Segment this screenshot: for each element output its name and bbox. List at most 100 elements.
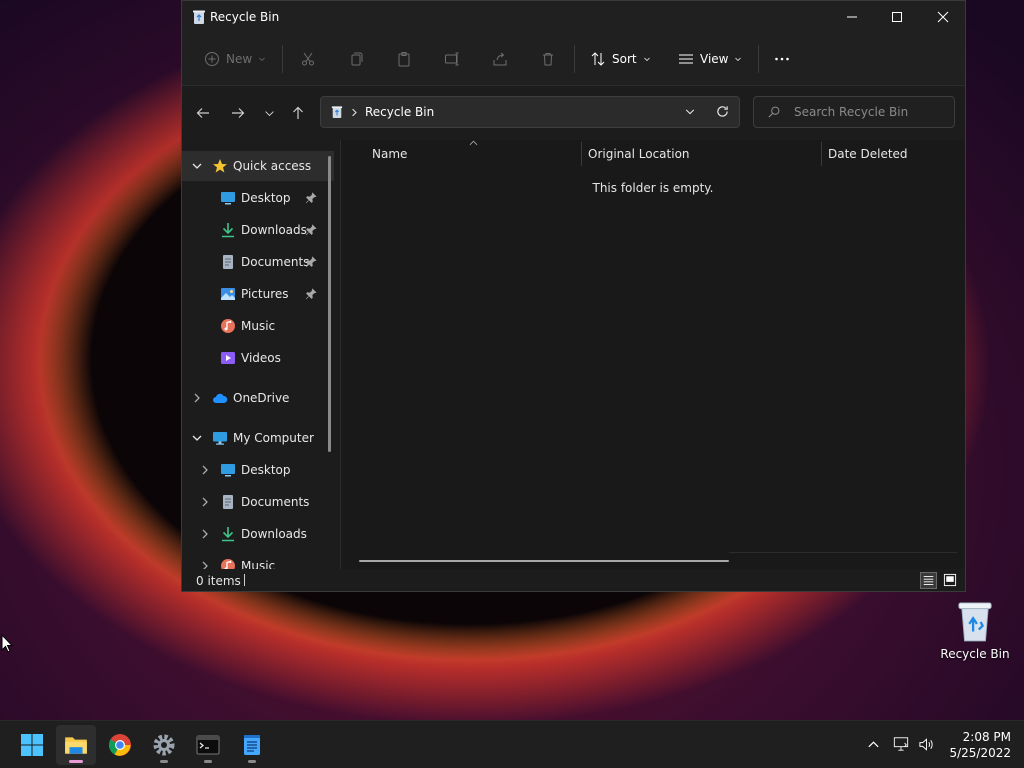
folder-icon (65, 737, 87, 754)
network-button[interactable] (891, 734, 911, 754)
chevron-right-icon (202, 529, 208, 539)
copy-button[interactable] (348, 43, 364, 75)
chevron-down-icon[interactable] (685, 107, 695, 117)
forward-button[interactable] (226, 102, 250, 124)
delete-button[interactable] (540, 43, 556, 75)
video-icon (221, 352, 235, 364)
volume-button[interactable] (916, 734, 936, 754)
toolbar-separator (282, 45, 283, 73)
chevron-down-icon (264, 110, 274, 116)
cloud-icon (213, 393, 228, 403)
cut-button[interactable] (300, 43, 316, 75)
pictures-icon (221, 288, 235, 300)
nav-label: My Computer (233, 431, 314, 445)
search-input[interactable] (792, 104, 946, 120)
new-button[interactable]: New (204, 43, 266, 75)
maximize-icon (892, 12, 902, 22)
nav-item-computer-music[interactable]: Music (182, 551, 334, 569)
address-bar[interactable]: Recycle Bin (320, 96, 740, 128)
nav-label: Quick access (233, 159, 312, 173)
nav-item-pictures-pinned[interactable]: Pictures (182, 279, 334, 309)
column-divider[interactable] (821, 142, 822, 166)
taskbar-settings[interactable] (144, 725, 184, 765)
taskbar-terminal[interactable] (188, 725, 228, 765)
sort-icon (591, 52, 605, 66)
back-button[interactable] (191, 102, 215, 124)
pin-icon[interactable] (305, 224, 317, 236)
windows-logo-icon (21, 734, 43, 756)
sort-button[interactable]: Sort (590, 43, 651, 75)
search-box[interactable] (753, 96, 955, 128)
horizontal-scrollbar[interactable] (359, 560, 729, 562)
refresh-icon[interactable] (716, 105, 729, 118)
recent-locations-button[interactable] (257, 102, 281, 124)
pin-icon[interactable] (305, 256, 317, 268)
nav-item-computer-documents[interactable]: Documents (182, 487, 334, 517)
rename-button[interactable] (444, 43, 460, 75)
network-icon (893, 737, 909, 751)
taskbar: 2:08 PM 5/25/2022 (0, 720, 1024, 768)
nav-item-my-computer[interactable]: My Computer (182, 423, 334, 453)
scissors-icon (302, 52, 314, 66)
up-button[interactable] (286, 102, 310, 124)
navigation-bar: Recycle Bin (182, 86, 965, 140)
recycle-bin-icon (958, 602, 992, 642)
download-icon (222, 223, 234, 238)
share-button[interactable] (492, 43, 508, 75)
nav-label: Music (241, 559, 276, 569)
column-header-date-deleted[interactable]: Date Deleted (828, 147, 908, 161)
star-icon (213, 159, 227, 173)
desktop-icon (221, 192, 235, 205)
column-header-original-location[interactable]: Original Location (588, 147, 690, 161)
clock-time: 2:08 PM (962, 730, 1011, 744)
taskbar-file-explorer[interactable] (56, 725, 96, 765)
pin-icon[interactable] (305, 192, 317, 204)
see-more-button[interactable] (774, 43, 790, 75)
toolbar-separator (758, 45, 759, 73)
column-divider[interactable] (581, 142, 582, 166)
details-view-button[interactable] (920, 572, 937, 589)
terminal-icon (196, 735, 220, 755)
window-title: Recycle Bin (210, 10, 280, 24)
clock[interactable]: 2:08 PM 5/25/2022 (945, 729, 1011, 761)
file-list[interactable]: Name Original Location Date Deleted This… (341, 140, 965, 569)
nav-item-desktop-pinned[interactable]: Desktop (182, 183, 334, 213)
clock-date: 5/25/2022 (949, 746, 1011, 760)
navigation-pane-scrollbar[interactable] (328, 156, 331, 452)
chevron-right-icon (202, 561, 208, 569)
nav-label: Downloads (241, 223, 307, 237)
chevron-right-icon (352, 108, 357, 117)
nav-label: Desktop (241, 463, 291, 477)
document-icon (223, 495, 233, 509)
toolbar-separator (574, 45, 575, 73)
new-label: New (226, 52, 253, 66)
nav-item-documents-pinned[interactable]: Documents (182, 247, 334, 277)
taskbar-chrome[interactable] (100, 725, 140, 765)
item-count: 0 items (196, 574, 241, 588)
active-indicator (69, 760, 83, 763)
start-button[interactable] (12, 725, 52, 765)
nav-label: Documents (241, 255, 310, 269)
large-icons-view-button[interactable] (942, 572, 959, 589)
taskbar-notepad[interactable] (232, 725, 272, 765)
paste-button[interactable] (396, 43, 412, 75)
breadcrumb-recycle-bin[interactable]: Recycle Bin (365, 105, 434, 119)
nav-item-computer-desktop[interactable]: Desktop (182, 455, 334, 485)
column-header-name[interactable]: Name (372, 147, 407, 161)
title-bar[interactable]: Recycle Bin (182, 1, 965, 33)
minimize-button[interactable] (829, 1, 875, 33)
view-button[interactable]: View (678, 43, 742, 75)
pin-icon[interactable] (305, 288, 317, 300)
nav-item-computer-downloads[interactable]: Downloads (182, 519, 334, 549)
nav-item-quick-access[interactable]: Quick access (182, 151, 334, 181)
maximize-button[interactable] (874, 1, 920, 33)
rename-icon (445, 52, 459, 66)
close-icon (937, 11, 949, 23)
nav-item-downloads-pinned[interactable]: Downloads (182, 215, 334, 245)
close-button[interactable] (920, 1, 966, 33)
nav-item-onedrive[interactable]: OneDrive (182, 383, 334, 413)
desktop-icon-recycle-bin[interactable]: Recycle Bin (940, 597, 1010, 663)
show-hidden-icons-button[interactable] (863, 734, 883, 754)
nav-item-videos[interactable]: Videos (182, 343, 334, 373)
nav-item-music[interactable]: Music (182, 311, 334, 341)
